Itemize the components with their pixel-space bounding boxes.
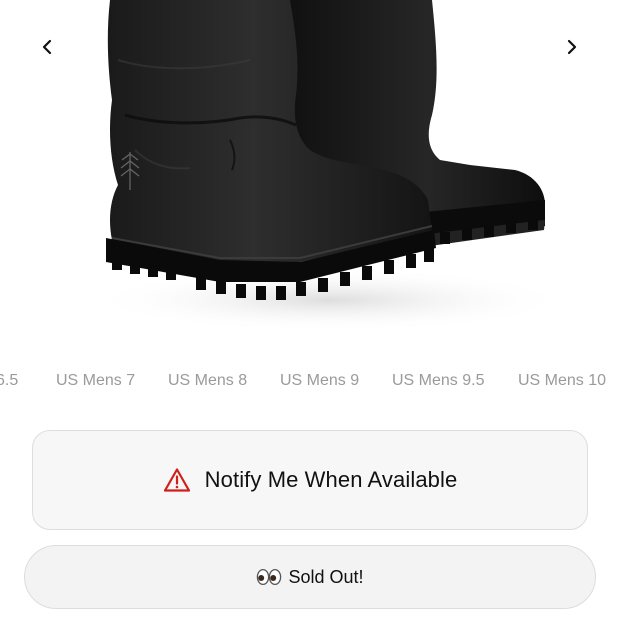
product-image bbox=[90, 0, 570, 332]
size-option[interactable]: US Mens 9 bbox=[280, 366, 359, 396]
chevron-right-icon bbox=[567, 39, 577, 55]
notify-me-label: Notify Me When Available bbox=[204, 467, 458, 492]
size-option[interactable]: US Mens 9.5 bbox=[392, 366, 484, 396]
size-option[interactable]: US Mens 7 bbox=[56, 366, 135, 396]
carousel-next-button[interactable] bbox=[557, 32, 587, 62]
notify-me-button[interactable]: Notify Me When Available bbox=[32, 430, 588, 530]
size-option[interactable]: US Mens 10 bbox=[518, 366, 606, 396]
warning-triangle-icon bbox=[163, 468, 190, 492]
product-image-carousel[interactable] bbox=[0, 0, 620, 340]
size-selector[interactable]: 6.5 US Mens 7 US Mens 8 US Mens 9 US Men… bbox=[0, 366, 620, 396]
size-option[interactable]: US Mens 8 bbox=[168, 366, 247, 396]
carousel-prev-button[interactable] bbox=[32, 32, 62, 62]
chevron-left-icon bbox=[42, 39, 52, 55]
size-option[interactable]: 6.5 bbox=[0, 366, 18, 396]
eyes-icon bbox=[256, 568, 282, 586]
sold-out-label: Sold Out! bbox=[288, 566, 364, 587]
sold-out-button[interactable]: Sold Out! bbox=[24, 545, 596, 609]
